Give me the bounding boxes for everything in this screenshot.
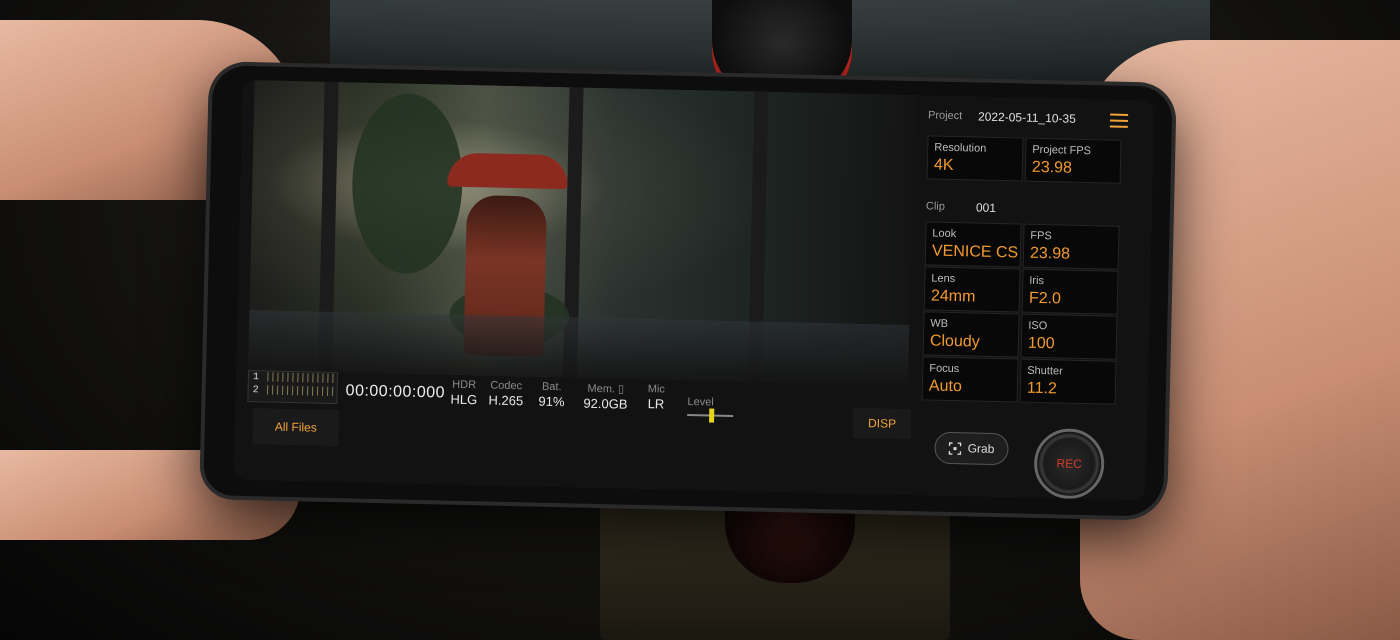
- grab-label: Grab: [967, 441, 995, 456]
- meter-channel-label: 2: [252, 385, 259, 397]
- hamburger-menu-icon[interactable]: [1109, 113, 1129, 128]
- clip-label: Clip: [925, 200, 946, 213]
- stat-value: HLG: [450, 391, 478, 408]
- project-fps-cell[interactable]: Project FPS 23.98: [1024, 137, 1122, 184]
- stat-label: Bat.: [541, 380, 562, 394]
- focus-cell[interactable]: Focus Auto: [921, 356, 1019, 403]
- stat-value: H.265: [488, 392, 524, 409]
- cell-label: Project FPS: [1032, 143, 1092, 158]
- grab-button[interactable]: Grab: [934, 431, 1009, 466]
- project-label: Project: [927, 109, 963, 123]
- resolution-cell[interactable]: Resolution 4K: [926, 135, 1024, 182]
- viewfinder: [248, 80, 915, 386]
- cell-label: Resolution: [934, 141, 987, 155]
- phone-device: 1 |||||||||||||| 2 |||||||||||||| 00:00:…: [203, 65, 1173, 517]
- lens-cell[interactable]: Lens 24mm: [923, 266, 1021, 313]
- cell-value: 24mm: [930, 287, 976, 306]
- project-name: 2022-05-11_10-35: [977, 109, 1077, 126]
- wb-cell[interactable]: WB Cloudy: [922, 311, 1020, 358]
- camera-app-screen: 1 |||||||||||||| 2 |||||||||||||| 00:00:…: [233, 79, 1155, 501]
- cell-value: Cloudy: [929, 332, 980, 351]
- cell-value: F2.0: [1028, 289, 1062, 308]
- meter-channel-label: 1: [252, 372, 260, 384]
- meter-bars: ||||||||||||||: [264, 385, 335, 399]
- meter-bars: ||||||||||||||: [264, 372, 336, 386]
- cell-label: Iris: [1029, 274, 1045, 288]
- level-marker: [709, 408, 715, 423]
- clip-row: Clip 001: [926, 197, 1126, 222]
- stat-hdr: HDR HLG: [450, 379, 477, 408]
- cell-value: VENICE CS: [931, 242, 1019, 262]
- timecode: 00:00:00:000: [345, 382, 446, 402]
- stat-label: Codec: [490, 379, 523, 393]
- stat-value: LR: [647, 396, 665, 412]
- stat-value: 92.0GB: [583, 395, 628, 412]
- cell-value: Auto: [928, 377, 963, 396]
- audio-meters: 1 |||||||||||||| 2 ||||||||||||||: [247, 370, 339, 405]
- stat-codec: Codec H.265: [488, 380, 523, 409]
- cell-label: Lens: [931, 272, 956, 286]
- stat-memory: Mem. ▯ 92.0GB: [583, 382, 628, 412]
- cell-label: Look: [932, 227, 957, 241]
- fps-cell[interactable]: FPS 23.98: [1022, 223, 1120, 270]
- viewfinder-floor: [248, 310, 910, 386]
- clip-number: 001: [975, 200, 997, 215]
- stat-label: Mic: [647, 383, 666, 396]
- photo-scene: 1 |||||||||||||| 2 |||||||||||||| 00:00:…: [0, 0, 1400, 640]
- cell-value: 100: [1027, 334, 1055, 353]
- cell-value: 4K: [933, 156, 954, 174]
- look-cell[interactable]: Look VENICE CS: [924, 221, 1022, 268]
- all-files-button[interactable]: All Files: [252, 408, 340, 447]
- cell-value: 11.2: [1026, 379, 1058, 398]
- stat-label: Mem. ▯: [587, 382, 625, 396]
- cell-label: WB: [930, 317, 949, 330]
- level-label: Level: [687, 396, 714, 409]
- stat-value: 91%: [538, 393, 565, 410]
- cell-label: Shutter: [1027, 364, 1063, 378]
- cell-value: 23.98: [1029, 244, 1071, 263]
- stat-battery: Bat. 91%: [538, 381, 565, 410]
- record-button[interactable]: REC: [1033, 427, 1105, 500]
- shutter-cell[interactable]: Shutter 11.2: [1019, 358, 1117, 405]
- iris-cell[interactable]: Iris F2.0: [1021, 268, 1119, 315]
- disp-button[interactable]: DISP: [852, 407, 912, 440]
- stat-label: HDR: [452, 378, 477, 392]
- grab-frame-icon: [948, 441, 962, 455]
- iso-cell[interactable]: ISO 100: [1020, 313, 1118, 360]
- umbrella: [447, 152, 569, 190]
- project-row[interactable]: Project 2022-05-11_10-35: [927, 105, 1129, 134]
- cell-label: ISO: [1028, 319, 1048, 333]
- cell-value: 23.98: [1031, 158, 1073, 177]
- cell-label: FPS: [1030, 229, 1052, 243]
- audio-meter-ch2: 2 ||||||||||||||: [248, 384, 336, 399]
- stat-mic: Mic LR: [647, 383, 665, 411]
- cell-label: Focus: [929, 362, 960, 376]
- settings-panel: Project 2022-05-11_10-35 Resolution 4K P…: [915, 101, 1132, 416]
- level-indicator: Level: [687, 396, 734, 423]
